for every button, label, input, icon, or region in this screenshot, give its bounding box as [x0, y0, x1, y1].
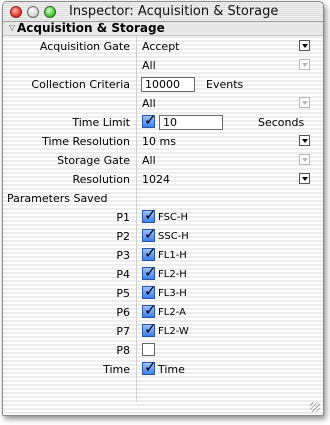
parameter-label: P7: [116, 325, 130, 338]
parameter-name: Time: [158, 363, 185, 376]
section-header[interactable]: ▽ Acquisition & Storage: [3, 21, 323, 36]
parameter-name: FL1-H: [158, 250, 187, 261]
resolution-row: Resolution 1024: [3, 171, 323, 188]
parameter-checkbox[interactable]: ✓: [142, 320, 157, 338]
parameter-label: P5: [116, 287, 130, 300]
parameters-saved-label: Parameters Saved: [7, 192, 108, 205]
storage-gate-label: Storage Gate: [57, 154, 130, 167]
parameter-row: P8: [3, 342, 323, 359]
parameter-row: P3 ✓ FL1-H: [3, 244, 323, 264]
checkmark-icon: ✓: [144, 358, 157, 376]
collection-criteria-row: Collection Criteria 10000 Events: [3, 76, 323, 93]
acquisition-gate-sub-value[interactable]: All: [142, 59, 156, 72]
parameter-name: FL2-A: [158, 307, 186, 318]
title-bar[interactable]: Inspector: Acquisition & Storage: [3, 2, 323, 22]
acquisition-gate-row: Acquisition Gate Accept: [3, 38, 323, 55]
window-title: Inspector: Acquisition & Storage: [69, 4, 279, 19]
acquisition-gate-value[interactable]: Accept: [142, 40, 180, 53]
parameter-checkbox[interactable]: ✓: [142, 358, 157, 376]
collection-unit: Events: [206, 78, 244, 91]
parameter-name: SSC-H: [158, 231, 189, 242]
inspector-content: ▽ Acquisition & Storage Acquisition Gate…: [3, 21, 323, 415]
resolution-popup[interactable]: [299, 173, 310, 184]
parameter-checkbox[interactable]: [142, 343, 155, 356]
checkmark-icon: ✓: [144, 320, 157, 338]
parameter-label: P1: [116, 211, 130, 224]
parameter-row: P6 ✓ FL2-A: [3, 301, 323, 321]
parameter-label: P4: [116, 268, 130, 281]
checkmark-icon: ✓: [144, 206, 157, 224]
zoom-button[interactable]: [44, 6, 56, 18]
parameter-row: P5 ✓ FL3-H: [3, 282, 323, 302]
resize-grip-icon[interactable]: [310, 402, 320, 412]
parameter-checkbox[interactable]: ✓: [142, 282, 157, 300]
parameter-checkbox[interactable]: ✓: [142, 263, 157, 281]
collection-criteria-label: Collection Criteria: [31, 78, 130, 91]
parameter-label: P8: [116, 344, 130, 357]
time-resolution-value[interactable]: 10 ms: [142, 135, 176, 148]
parameter-row: Time ✓ Time: [3, 358, 323, 378]
parameter-row: P7 ✓ FL2-W: [3, 320, 323, 340]
checkmark-icon: ✓: [144, 244, 157, 262]
parameter-checkbox[interactable]: ✓: [142, 244, 157, 262]
collection-sub-row: All: [3, 95, 323, 112]
section-title: Acquisition & Storage: [17, 21, 165, 35]
time-limit-checkbox[interactable]: ✓: [142, 111, 157, 129]
acquisition-gate-popup[interactable]: [299, 40, 310, 51]
storage-gate-row: Storage Gate All: [3, 152, 323, 169]
time-limit-label: Time Limit: [72, 116, 130, 129]
resolution-value[interactable]: 1024: [142, 173, 170, 186]
acquisition-gate-sub-popup[interactable]: [299, 59, 310, 70]
collection-sub-value[interactable]: All: [142, 97, 156, 110]
checkmark-icon: ✓: [144, 282, 157, 300]
parameter-label: P6: [116, 306, 130, 319]
parameter-label: P2: [116, 230, 130, 243]
acquisition-gate-sub-row: All: [3, 57, 323, 74]
time-resolution-row: Time Resolution 10 ms: [3, 133, 323, 150]
parameter-label: P3: [116, 249, 130, 262]
parameter-checkbox[interactable]: ✓: [142, 206, 157, 224]
disclosure-triangle-icon[interactable]: ▽: [9, 23, 15, 32]
close-button[interactable]: [10, 6, 22, 18]
inspector-window: Inspector: Acquisition & Storage ▽ Acqui…: [2, 1, 324, 416]
minimize-button[interactable]: [27, 6, 39, 18]
time-limit-unit: Seconds: [258, 116, 305, 129]
storage-gate-value[interactable]: All: [142, 154, 156, 167]
collection-sub-popup[interactable]: [299, 97, 310, 108]
parameter-name: FSC-H: [158, 212, 189, 223]
parameters-saved-row: Parameters Saved: [3, 190, 323, 207]
time-resolution-label: Time Resolution: [42, 135, 130, 148]
checkmark-icon: ✓: [144, 225, 157, 243]
parameter-row: P4 ✓ FL2-H: [3, 263, 323, 283]
time-limit-field[interactable]: 10: [159, 115, 223, 130]
time-resolution-popup[interactable]: [299, 135, 310, 146]
parameter-row: P1 ✓ FSC-H: [3, 206, 323, 226]
parameter-name: FL2-H: [158, 269, 187, 280]
checkmark-icon: ✓: [144, 301, 157, 319]
parameter-name: FL2-W: [158, 326, 189, 337]
collection-events-field[interactable]: 10000: [141, 77, 195, 92]
parameter-name: FL3-H: [158, 288, 187, 299]
parameter-label: Time: [103, 363, 130, 376]
time-limit-row: Time Limit ✓ 10 Seconds: [3, 111, 323, 131]
parameter-checkbox[interactable]: ✓: [142, 301, 157, 319]
storage-gate-popup[interactable]: [299, 154, 310, 165]
resolution-label: Resolution: [72, 173, 130, 186]
checkmark-icon: ✓: [144, 263, 157, 281]
checkmark-icon: ✓: [144, 111, 157, 129]
parameter-row: P2 ✓ SSC-H: [3, 225, 323, 245]
acquisition-gate-label: Acquisition Gate: [39, 40, 130, 53]
parameter-checkbox[interactable]: ✓: [142, 225, 157, 243]
